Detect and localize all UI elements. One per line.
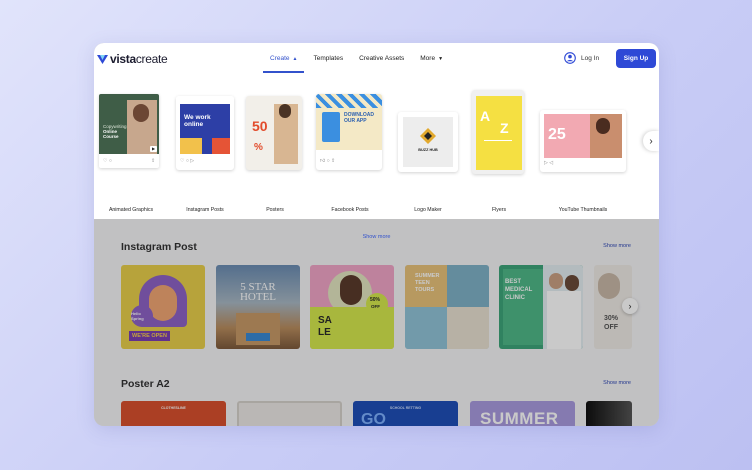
- like-comment-share-icons: 👍︎ ○ ⇪: [320, 158, 336, 164]
- preview-text: Copywriting Online Course: [103, 124, 127, 139]
- app-window: Instagram Post Show more Hello Spring WE…: [94, 43, 659, 426]
- category-preview: 50 %: [246, 96, 302, 170]
- category-next-button[interactable]: ›: [643, 131, 659, 151]
- logo-wordmark: vistacreate: [110, 52, 168, 66]
- create-dropdown-menu: Copywriting Online Course ▶ ♡ ○ ⇪ Animat…: [94, 74, 659, 240]
- like-comment-icons: ♡ ○: [103, 158, 112, 164]
- nav-create-label: Create: [270, 55, 290, 62]
- vistacreate-logo[interactable]: vistacreate: [97, 52, 168, 66]
- category-label: Instagram Posts: [186, 207, 224, 213]
- chevron-down-icon: ▼: [438, 55, 444, 62]
- category-label: Flyers: [491, 207, 507, 213]
- logo-mark-icon: [97, 54, 108, 64]
- login-link[interactable]: Log In: [564, 52, 599, 64]
- top-navigation-bar: vistacreate Create ▲ Templates Creative …: [94, 43, 659, 74]
- preview-text: A: [480, 108, 491, 124]
- user-icon: [564, 52, 576, 64]
- nav-creative-assets-label: Creative Assets: [359, 55, 405, 62]
- signup-button[interactable]: Sign Up: [616, 49, 656, 68]
- main-nav: Create ▲ Templates Creative Assets More …: [262, 43, 451, 74]
- chevron-right-icon: ›: [649, 135, 653, 147]
- login-label: Log In: [581, 54, 600, 62]
- nav-more-label: More: [420, 55, 436, 62]
- preview-text: BUZZ HUB: [418, 148, 438, 152]
- preview-text: 50: [252, 118, 268, 134]
- preview-text: DOWNLOAD OUR APP: [344, 112, 374, 124]
- play-icon: ▶: [150, 146, 157, 152]
- category-preview: DOWNLOAD OUR APP 👍︎ ○ ⇪: [316, 94, 382, 170]
- category-label: Facebook Posts: [331, 207, 369, 213]
- category-preview: We work online ♡ ○ ▷: [176, 96, 234, 170]
- play-controls-icons: ▷ ◁: [544, 160, 554, 166]
- chevron-up-icon: ▲: [292, 55, 298, 62]
- preview-text-2: %: [254, 142, 263, 153]
- category-label: Posters: [266, 207, 284, 213]
- category-preview: BUZZ HUB: [398, 112, 458, 172]
- nav-templates-label: Templates: [313, 55, 344, 62]
- preview-text-2: Z: [500, 120, 509, 136]
- category-preview: Copywriting Online Course ▶ ♡ ○ ⇪: [99, 94, 159, 168]
- nav-templates[interactable]: Templates: [305, 43, 351, 74]
- preview-text: We work online: [184, 114, 211, 128]
- logo-preview-icon: [420, 128, 436, 144]
- category-label: Animated Graphics: [108, 207, 154, 213]
- share-icon: ⇪: [151, 158, 156, 164]
- category-preview: A Z: [472, 90, 524, 174]
- nav-more[interactable]: More ▼: [412, 43, 451, 74]
- category-preview: 25 ▷ ◁: [540, 110, 626, 172]
- nav-creative-assets[interactable]: Creative Assets: [351, 43, 412, 74]
- nav-create[interactable]: Create ▲: [262, 43, 305, 74]
- category-label: Logo Maker: [414, 207, 442, 213]
- like-comment-share-icons: ♡ ○ ▷: [180, 158, 195, 164]
- preview-text: 25: [548, 126, 566, 143]
- category-label: YouTube Thumbnails: [558, 207, 608, 213]
- show-more-categories[interactable]: Show more: [94, 234, 659, 240]
